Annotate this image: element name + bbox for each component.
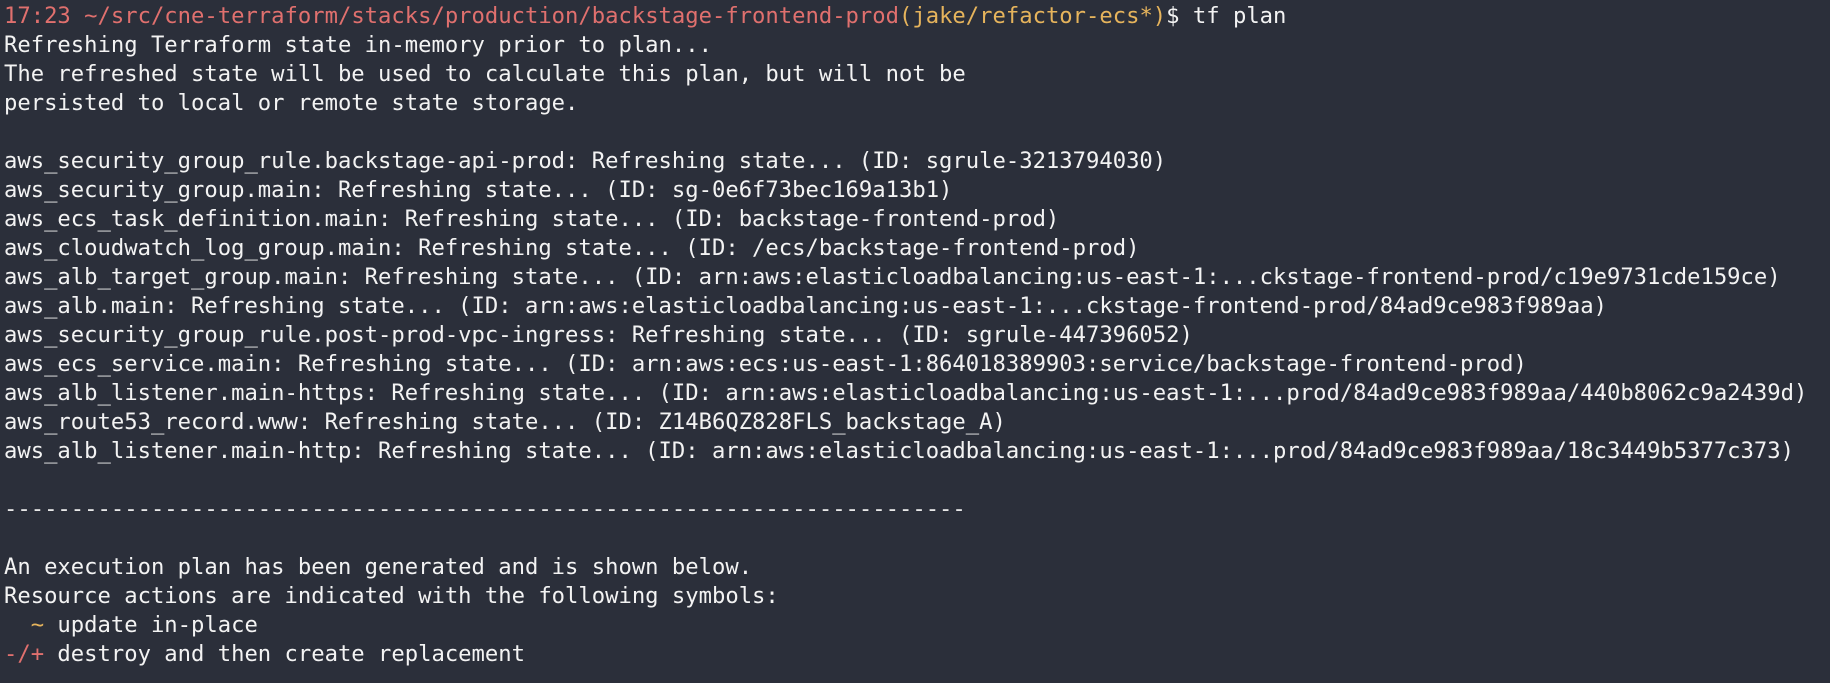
prompt-git-branch: (jake/refactor-ecs*): [899, 3, 1167, 29]
legend-replace-line: -/+ destroy and then create replacement: [4, 640, 1830, 669]
terminal-window[interactable]: 17:23 ~/src/cne-terraform/stacks/product…: [0, 0, 1830, 683]
divider-line: ----------------------------------------…: [4, 496, 966, 522]
refresh-line: aws_security_group_rule.backstage-api-pr…: [4, 148, 1167, 174]
refresh-line: aws_cloudwatch_log_group.main: Refreshin…: [4, 235, 1140, 261]
plan-symbols-line: Resource actions are indicated with the …: [4, 583, 779, 609]
prompt-symbol: $: [1166, 3, 1180, 29]
command-text: tf plan: [1192, 3, 1287, 29]
update-in-place-symbol: ~: [4, 612, 45, 638]
intro-line-1: Refreshing Terraform state in-memory pri…: [4, 32, 712, 58]
refresh-line: aws_route53_record.www: Refreshing state…: [4, 409, 1006, 435]
refresh-line: aws_ecs_task_definition.main: Refreshing…: [4, 206, 1060, 232]
refresh-line: aws_security_group_rule.post-prod-vpc-in…: [4, 322, 1193, 348]
intro-line-2: The refreshed state will be used to calc…: [4, 61, 966, 87]
legend-update-line: ~ update in-place: [4, 611, 1830, 640]
prompt-line: 17:23 ~/src/cne-terraform/stacks/product…: [4, 2, 1830, 31]
prompt-path: ~/src/cne-terraform/stacks/production/ba…: [84, 3, 899, 29]
replace-label: destroy and then create replacement: [44, 641, 525, 667]
refresh-line: aws_alb_target_group.main: Refreshing st…: [4, 264, 1781, 290]
replace-symbol: -/+: [4, 641, 45, 667]
prompt-time: 17:23: [4, 3, 71, 29]
refresh-line: aws_security_group.main: Refreshing stat…: [4, 177, 953, 203]
update-in-place-label: update in-place: [44, 612, 258, 638]
intro-line-3: persisted to local or remote state stora…: [4, 90, 579, 116]
refresh-line: aws_alb_listener.main-http: Refreshing s…: [4, 438, 1794, 464]
refresh-line: aws_alb.main: Refreshing state... (ID: a…: [4, 293, 1607, 319]
plan-generated-line: An execution plan has been generated and…: [4, 554, 753, 580]
refresh-line: aws_ecs_service.main: Refreshing state..…: [4, 351, 1527, 377]
refresh-line: aws_alb_listener.main-https: Refreshing …: [4, 380, 1808, 406]
